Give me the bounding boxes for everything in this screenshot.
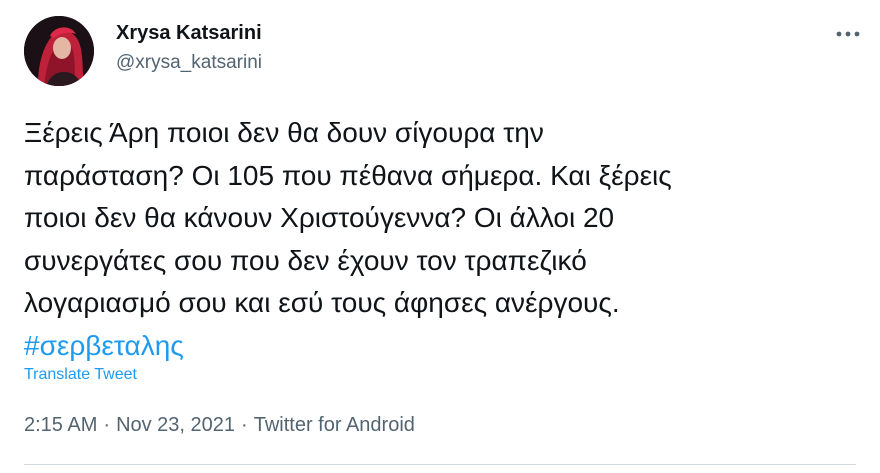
tweet-text: Ξέρεις Άρη ποιοι δεν θα δουν σίγουρα την…	[24, 112, 854, 367]
separator: ·	[103, 414, 111, 436]
more-options-button[interactable]	[828, 22, 868, 46]
user-handle[interactable]: @xrysa_katsarini	[116, 52, 262, 74]
separator: ·	[241, 414, 248, 436]
hashtag-link[interactable]: #σερβεταλης	[24, 330, 184, 361]
tweet-metadata: 2:15 AM · Nov 23, 2021 · Twitter for Android	[24, 414, 415, 437]
more-horizontal-icon	[836, 31, 860, 37]
translate-tweet-link[interactable]: Translate Tweet	[24, 366, 137, 384]
tweet-source[interactable]: Twitter for Android	[254, 414, 415, 436]
avatar-image	[24, 16, 94, 86]
tweet: Xrysa Katsarini @xrysa_katsarini Ξέρεις …	[0, 0, 880, 473]
tweet-time[interactable]: 2:15 AM	[24, 414, 97, 436]
tweet-date[interactable]: Nov 23, 2021	[116, 414, 235, 436]
tweet-body: Ξέρεις Άρη ποιοι δεν θα δουν σίγουρα την…	[24, 117, 672, 318]
divider	[24, 464, 856, 465]
display-name[interactable]: Xrysa Katsarini	[116, 22, 262, 45]
avatar[interactable]	[24, 16, 94, 86]
